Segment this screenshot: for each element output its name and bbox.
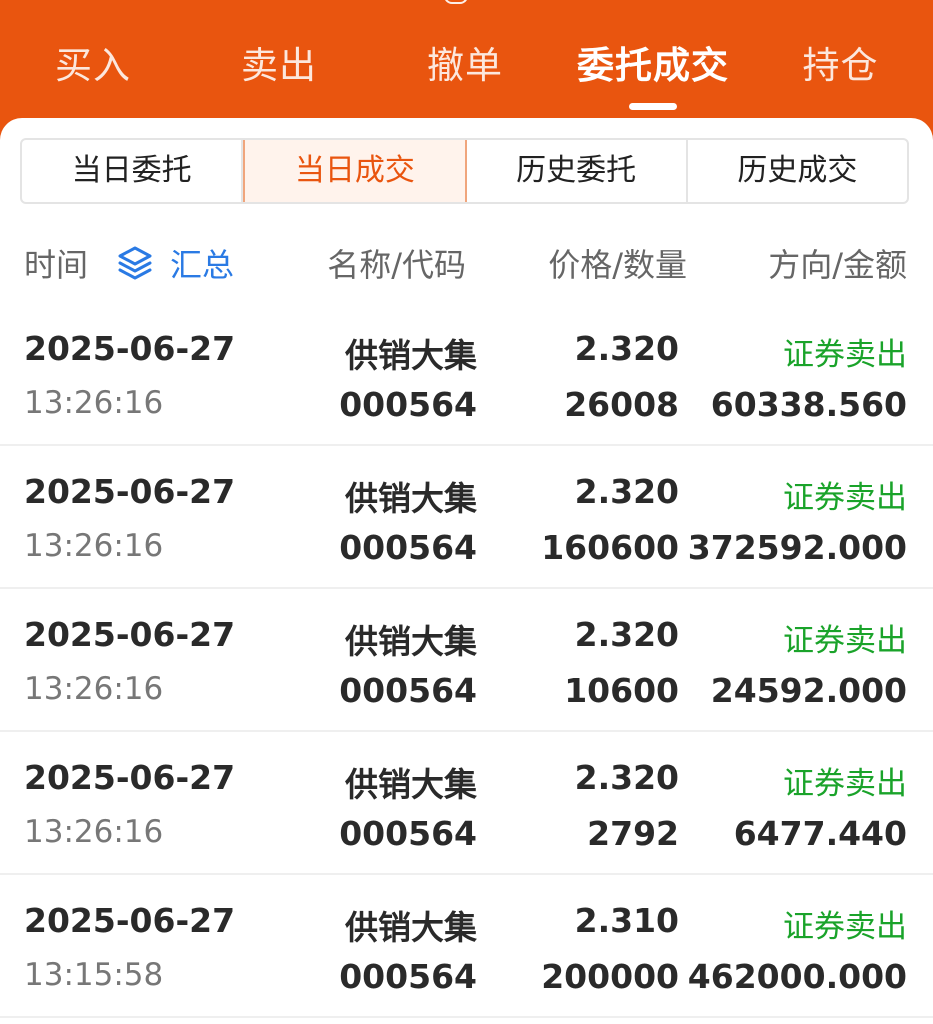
trade-amount: 462000.000 [687, 957, 907, 996]
header-direction-amount: 方向/金额 [768, 246, 907, 284]
active-tab-indicator [629, 103, 677, 110]
trade-quantity: 26008 [564, 385, 679, 424]
trade-price: 2.320 [574, 329, 679, 368]
trade-date: 2025-06-27 [24, 901, 236, 940]
trade-time: 13:15:58 [24, 957, 164, 993]
summary-link[interactable]: 汇总 [170, 240, 234, 286]
trade-quantity: 200000 [541, 957, 679, 996]
tab-cancel[interactable]: 撤单 [372, 36, 558, 106]
trade-row[interactable]: 2025-06-27 13:26:16 供销大集 000564 2.320 10… [0, 589, 933, 732]
trade-time: 13:26:16 [24, 814, 164, 850]
trade-amount: 24592.000 [710, 671, 907, 710]
trade-tabs: 买入 卖出 撤单 委托成交 持仓 [0, 36, 933, 110]
stock-code: 000564 [339, 957, 477, 996]
tab-orders-trades-label: 委托成交 [577, 44, 729, 87]
stock-name: 供销大集 [345, 765, 477, 804]
trade-date: 2025-06-27 [24, 472, 236, 511]
stock-name: 供销大集 [345, 336, 477, 375]
header-price-qty: 价格/数量 [548, 246, 687, 284]
trade-direction: 证券卖出 [783, 909, 907, 945]
trade-quantity: 2792 [587, 814, 679, 853]
date-range-segmented-control: 当日委托 当日成交 历史委托 历史成交 [20, 138, 909, 204]
segment-today-trades[interactable]: 当日成交 [243, 140, 467, 202]
trade-price: 2.310 [574, 901, 679, 940]
trade-date: 2025-06-27 [24, 615, 236, 654]
stock-code: 000564 [339, 385, 477, 424]
header-name-code: 名称/代码 [327, 246, 466, 284]
table-header: 时间 汇总 名称/代码 价格/数量 方向/金额 [0, 236, 933, 286]
trade-time: 13:26:16 [24, 671, 164, 707]
trade-price: 2.320 [574, 615, 679, 654]
trade-amount: 372592.000 [687, 528, 907, 567]
trade-direction: 证券卖出 [783, 480, 907, 516]
trade-amount: 6477.440 [733, 814, 907, 853]
tab-orders-trades[interactable]: 委托成交 [558, 36, 748, 110]
segment-today-orders[interactable]: 当日委托 [22, 140, 244, 202]
trade-row[interactable]: 2025-06-27 13:15:58 供销大集 000564 2.310 20… [0, 875, 933, 1018]
status-notch [444, 0, 468, 4]
header-time: 时间 [24, 246, 89, 284]
trade-row[interactable]: 2025-06-27 13:26:16 供销大集 000564 2.320 16… [0, 446, 933, 589]
segment-history-trades[interactable]: 历史成交 [688, 140, 907, 202]
tab-positions[interactable]: 持仓 [748, 36, 933, 106]
trade-direction: 证券卖出 [783, 623, 907, 659]
trades-list: 2025-06-27 13:26:16 供销大集 000564 2.320 26… [0, 303, 933, 1018]
layers-icon[interactable] [116, 244, 154, 282]
tab-buy[interactable]: 买入 [0, 36, 186, 106]
trade-direction: 证券卖出 [783, 766, 907, 802]
stock-name: 供销大集 [345, 622, 477, 661]
segment-history-orders[interactable]: 历史委托 [467, 140, 688, 202]
trade-quantity: 160600 [541, 528, 679, 567]
trade-date: 2025-06-27 [24, 329, 236, 368]
trade-date: 2025-06-27 [24, 758, 236, 797]
trade-row[interactable]: 2025-06-27 13:26:16 供销大集 000564 2.320 27… [0, 732, 933, 875]
trade-quantity: 10600 [564, 671, 679, 710]
trade-time: 13:26:16 [24, 528, 164, 564]
stock-code: 000564 [339, 528, 477, 567]
stock-name: 供销大集 [345, 479, 477, 518]
content-sheet: 当日委托 当日成交 历史委托 历史成交 时间 汇总 名称/代码 价格/数量 方向… [0, 118, 933, 1024]
trade-price: 2.320 [574, 758, 679, 797]
trade-time: 13:26:16 [24, 385, 164, 421]
stock-code: 000564 [339, 814, 477, 853]
stock-name: 供销大集 [345, 908, 477, 947]
trade-row[interactable]: 2025-06-27 13:26:16 供销大集 000564 2.320 26… [0, 303, 933, 446]
trade-amount: 60338.560 [710, 385, 907, 424]
top-nav-bar: 买入 卖出 撤单 委托成交 持仓 [0, 0, 933, 130]
tab-sell[interactable]: 卖出 [186, 36, 372, 106]
stock-code: 000564 [339, 671, 477, 710]
trade-direction: 证券卖出 [783, 337, 907, 373]
trade-price: 2.320 [574, 472, 679, 511]
